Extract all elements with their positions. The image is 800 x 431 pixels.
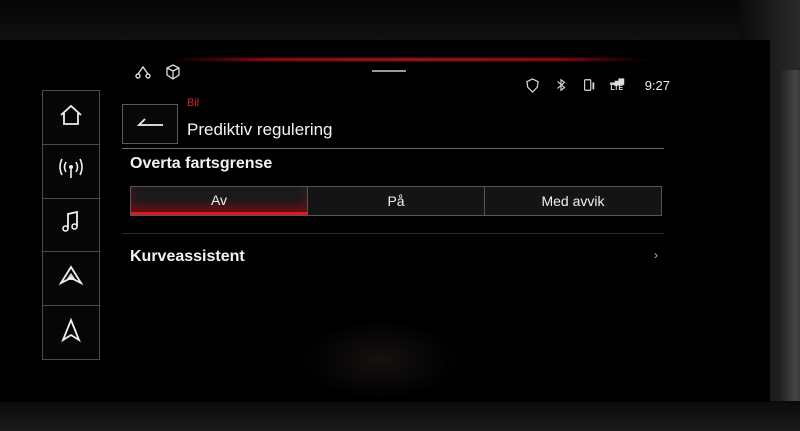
speed-limit-segmented-control: Av På Med avvik <box>130 186 662 216</box>
back-button[interactable] <box>122 104 178 144</box>
cube-icon <box>165 64 181 80</box>
clock: 9:27 <box>644 77 670 93</box>
sidebar-item-home[interactable] <box>42 90 100 144</box>
chevron-right-icon: › <box>654 248 658 262</box>
option-av-button[interactable]: Av <box>131 187 308 215</box>
route-icon <box>135 64 151 80</box>
section-divider <box>122 233 664 234</box>
music-note-icon <box>58 209 84 240</box>
pull-down-handle[interactable] <box>372 70 406 72</box>
car-icon <box>58 263 84 294</box>
shield-phone-icon <box>525 77 541 93</box>
list-item-kurveassistent[interactable]: Kurveassistent › <box>122 240 664 274</box>
setting-label: Overta fartsgrense <box>130 155 273 172</box>
status-left-icons <box>135 64 181 80</box>
phone-battery-icon <box>581 77 597 93</box>
home-icon <box>58 102 84 133</box>
sidebar-item-navigation[interactable] <box>42 305 100 360</box>
dashboard-frame-highlight <box>778 70 800 431</box>
sidebar-item-car[interactable] <box>42 251 100 306</box>
bluetooth-icon <box>553 77 569 93</box>
sidebar <box>42 90 100 360</box>
sidebar-item-radio[interactable] <box>42 143 100 198</box>
header-divider <box>122 148 664 149</box>
navigation-arrow-icon <box>58 317 84 348</box>
option-med-avvik-button[interactable]: Med avvik <box>485 187 661 215</box>
page-title: Prediktiv regulering <box>187 120 333 139</box>
dashboard-frame-bottom <box>0 401 800 431</box>
status-bar: ▂▄▆ LTE 9:27 <box>110 40 670 93</box>
screen-reflection <box>300 320 460 400</box>
dashboard-frame-top <box>0 0 800 40</box>
breadcrumb[interactable]: Bil <box>187 97 199 109</box>
back-arrow-icon <box>135 114 165 135</box>
sidebar-item-media[interactable] <box>42 197 100 252</box>
radio-antenna-icon <box>58 156 84 187</box>
infotainment-screen: ▂▄▆ LTE 9:27 Bil Prediktiv regulering Ov… <box>0 40 770 402</box>
list-item-label: Kurveassistent <box>130 248 245 265</box>
status-right-icons: ▂▄▆ LTE 9:27 <box>525 77 670 93</box>
lte-icon: ▂▄▆ LTE <box>610 78 624 92</box>
status-bar-glow <box>170 58 650 61</box>
option-pa-button[interactable]: På <box>308 187 485 215</box>
